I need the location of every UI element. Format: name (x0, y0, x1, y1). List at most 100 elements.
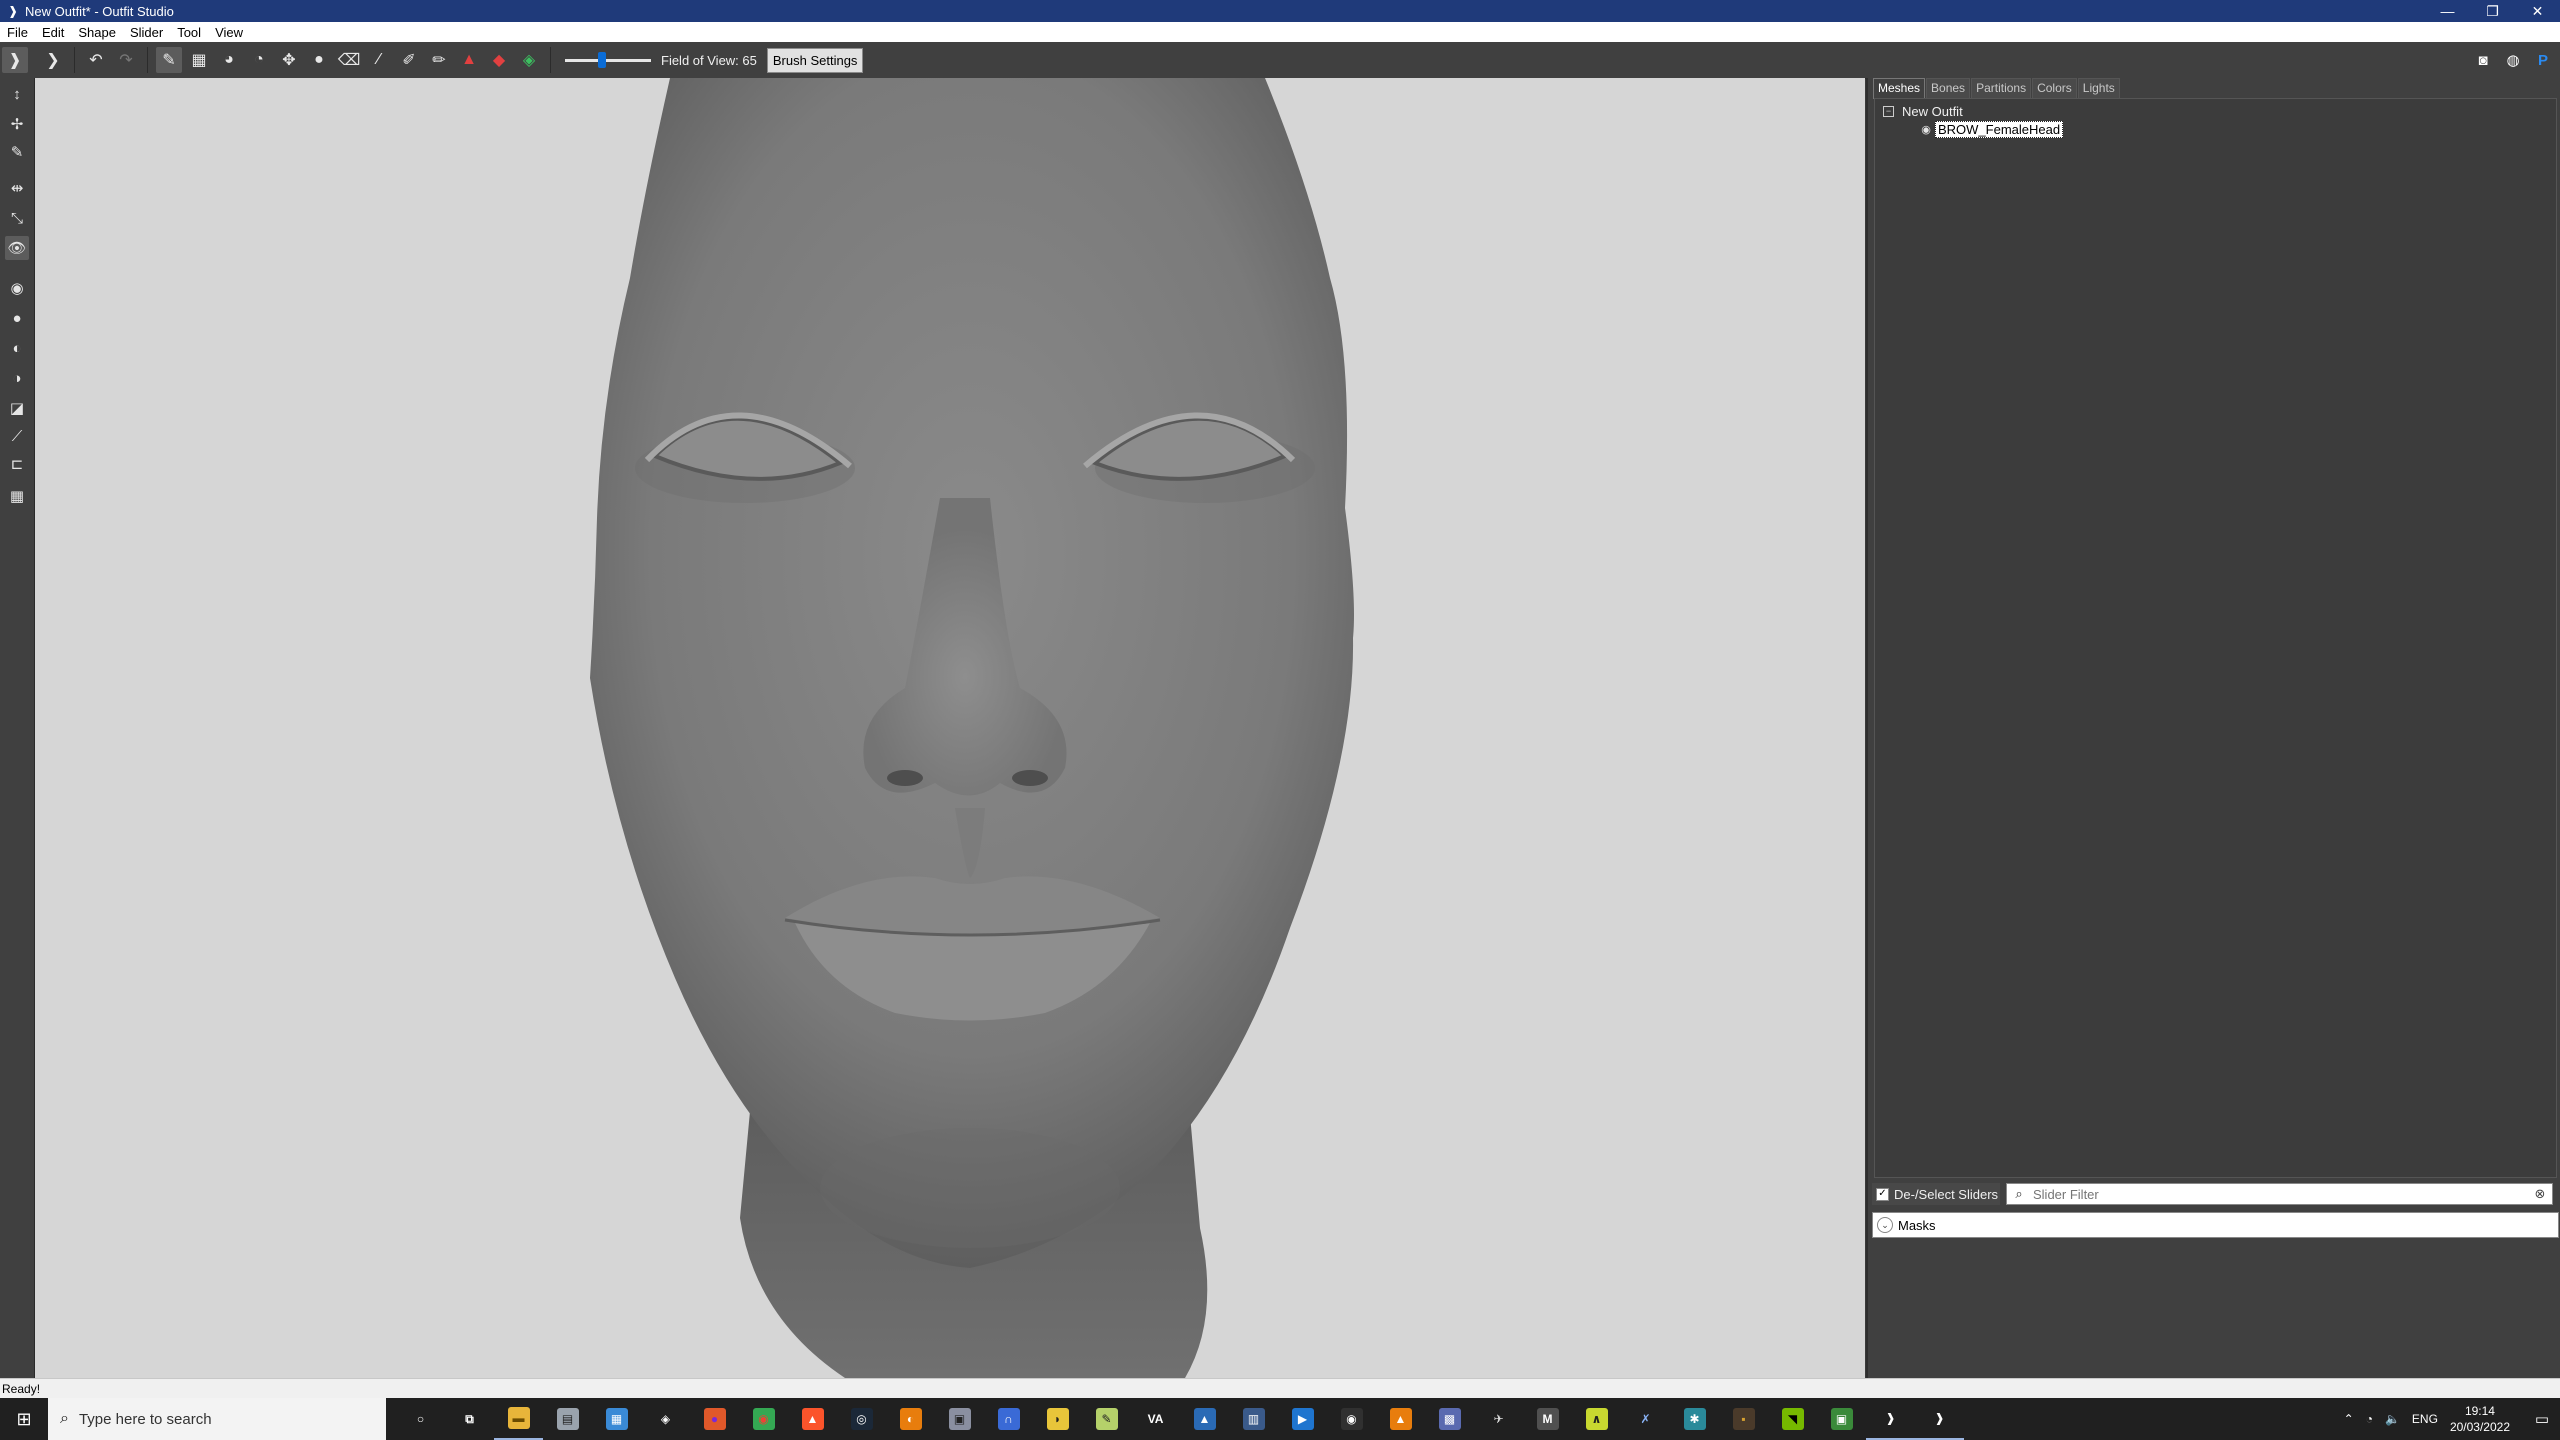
slider-thumb[interactable] (598, 52, 606, 68)
outfit-studio-icon-2[interactable]: ❱ (1915, 1398, 1964, 1440)
visibility-toggle-icon[interactable]: 👁 (5, 236, 29, 260)
clock[interactable]: 19:14 20/03/2022 (2450, 1403, 2510, 1435)
collapse-toggle-icon[interactable]: − (1883, 106, 1894, 117)
paypal-icon[interactable]: P (2530, 47, 2556, 73)
xedit-icon[interactable]: ✗ (1621, 1398, 1670, 1440)
mesh-name-label[interactable]: BROW_FemaleHead (1935, 121, 2064, 138)
app-icon-11[interactable]: ▣ (935, 1398, 984, 1440)
deselect-sliders-toggle[interactable]: ✓ De-/Select Sliders (1872, 1183, 2000, 1205)
floor-icon[interactable]: ⊏ (5, 452, 29, 476)
blender-icon[interactable]: ◐ (886, 1398, 935, 1440)
menu-slider[interactable]: Slider (123, 25, 170, 40)
va-icon[interactable]: VA (1131, 1398, 1180, 1440)
slider-filter-field[interactable]: ⌕ ⊗ (2006, 1183, 2553, 1205)
volume-icon[interactable]: 🔈 (2385, 1412, 2400, 1426)
app-icon-13[interactable]: ◗ (1033, 1398, 1082, 1440)
notification-icon[interactable]: ▭ (2524, 1410, 2560, 1428)
clear-icon[interactable]: ⊗ (2532, 1186, 2548, 1202)
redo-icon[interactable]: ↷ (113, 47, 139, 73)
file-explorer-icon[interactable]: ▬ (494, 1398, 543, 1440)
github-icon[interactable]: ◍ (2500, 47, 2526, 73)
alpha-brush-icon[interactable]: ✏ (426, 47, 452, 73)
media-player-icon[interactable]: ▶ (1278, 1398, 1327, 1440)
3d-viewport[interactable] (35, 78, 1865, 1378)
defender-icon[interactable]: ◈ (641, 1398, 690, 1440)
point-mode-icon[interactable]: ◉ (5, 276, 29, 300)
eye-icon[interactable]: ◉ (1919, 123, 1933, 137)
chrome-icon[interactable]: ◉ (739, 1398, 788, 1440)
flip-edge-icon[interactable]: ◆ (486, 47, 512, 73)
obs-icon[interactable]: ◉ (1327, 1398, 1376, 1440)
grid-icon[interactable]: ▦ (5, 484, 29, 508)
symmetry-x-icon[interactable]: ⇹ (5, 176, 29, 200)
task-view-icon[interactable]: ⧉ (445, 1398, 494, 1440)
tab-meshes[interactable]: Meshes (1873, 78, 1926, 99)
brush-settings-button[interactable]: Brush Settings (766, 47, 864, 73)
inflate-brush-icon[interactable]: ◕ (216, 47, 242, 73)
slider-filter-input[interactable] (2031, 1185, 2532, 1203)
language-indicator[interactable]: ENG (2412, 1412, 2438, 1426)
edge-tool-icon[interactable]: ⤡ (5, 206, 29, 230)
network-icon[interactable]: ◔ (2366, 1412, 2373, 1426)
move-brush-icon[interactable]: ✥ (276, 47, 302, 73)
firefox-icon[interactable]: ● (690, 1398, 739, 1440)
color-brush-icon[interactable]: ✐ (396, 47, 422, 73)
bones-view-icon[interactable]: ⟋ (5, 424, 29, 448)
app-icon-24[interactable]: ∧ (1572, 1398, 1621, 1440)
pivot-tool-icon[interactable]: ✢ (5, 112, 29, 136)
solid-mode-icon[interactable]: ● (5, 306, 29, 330)
menu-shape[interactable]: Shape (71, 25, 123, 40)
restore-button[interactable]: ❐ (2470, 0, 2515, 22)
lighting-icon[interactable]: ◪ (5, 396, 29, 420)
smooth-brush-icon[interactable]: ● (306, 47, 332, 73)
deflate-brush-icon[interactable]: ◔ (246, 47, 272, 73)
menu-edit[interactable]: Edit (35, 25, 71, 40)
steam-icon[interactable]: ◎ (837, 1398, 886, 1440)
collapse-vertex-icon[interactable]: ▲ (456, 47, 482, 73)
nvidia-icon[interactable]: ◥ (1768, 1398, 1817, 1440)
weight-brush-icon[interactable]: ⁄ (366, 47, 392, 73)
headphones-icon[interactable]: ∩ (984, 1398, 1033, 1440)
wire-mode-icon[interactable]: ◐ (5, 336, 29, 360)
close-button[interactable]: ✕ (2515, 0, 2560, 22)
app-icon-27[interactable]: ▪ (1719, 1398, 1768, 1440)
undiff-brush-icon[interactable]: ⌫ (336, 47, 362, 73)
windows-start-icon[interactable]: ⊞ (0, 1398, 48, 1440)
tab-partitions[interactable]: Partitions (1971, 78, 2032, 99)
undo-icon[interactable]: ↶ (83, 47, 109, 73)
mo2-icon[interactable]: M (1523, 1398, 1572, 1440)
app-icon-26[interactable]: ✱ (1670, 1398, 1719, 1440)
menu-view[interactable]: View (208, 25, 250, 40)
app-icon-17[interactable]: ▥ (1229, 1398, 1278, 1440)
transform-mode-icon[interactable]: ❯ (40, 47, 66, 73)
brush-icon[interactable]: ✎ (156, 47, 182, 73)
transform-tool-icon[interactable]: ↕ (5, 82, 29, 106)
tab-lights[interactable]: Lights (2077, 78, 2120, 99)
chevron-up-icon[interactable]: ⌃ (2344, 1412, 2354, 1426)
mask-brush-icon[interactable]: ▦ (186, 47, 212, 73)
photos-icon[interactable]: ▲ (1180, 1398, 1229, 1440)
minimize-button[interactable]: — (2425, 0, 2470, 22)
texture-mode-icon[interactable]: ◑ (5, 366, 29, 390)
app-icon-22[interactable]: ✈ (1474, 1398, 1523, 1440)
app-icon-3[interactable]: ▦ (592, 1398, 641, 1440)
split-edge-icon[interactable]: ◈ (516, 47, 542, 73)
masks-slider-group[interactable]: ⌄ Masks (1872, 1212, 2559, 1238)
tree-mesh-item[interactable]: ◉ BROW_FemaleHead (1919, 121, 2064, 138)
notepadpp-icon[interactable]: ✎ (1082, 1398, 1131, 1440)
tab-bones[interactable]: Bones (1926, 78, 1971, 99)
tree-root-item[interactable]: − New Outfit (1883, 104, 1963, 119)
app-icon-2[interactable]: ▤ (543, 1398, 592, 1440)
vertex-select-icon[interactable]: ✎ (5, 140, 29, 164)
brave-icon[interactable]: ▲ (788, 1398, 837, 1440)
select-mode-icon[interactable]: ❱ (2, 47, 28, 73)
taskbar-search-box[interactable]: ⌕ Type here to search (48, 1398, 386, 1440)
menu-file[interactable]: File (0, 25, 35, 40)
tab-colors[interactable]: Colors (2032, 78, 2077, 99)
menu-tool[interactable]: Tool (170, 25, 208, 40)
discord-icon[interactable]: ◙ (2470, 47, 2496, 73)
outfit-studio-icon-1[interactable]: ❱ (1866, 1398, 1915, 1440)
app-icon-29[interactable]: ▣ (1817, 1398, 1866, 1440)
cortana-icon[interactable]: ○ (396, 1398, 445, 1440)
field-of-view-slider[interactable] (565, 47, 651, 73)
